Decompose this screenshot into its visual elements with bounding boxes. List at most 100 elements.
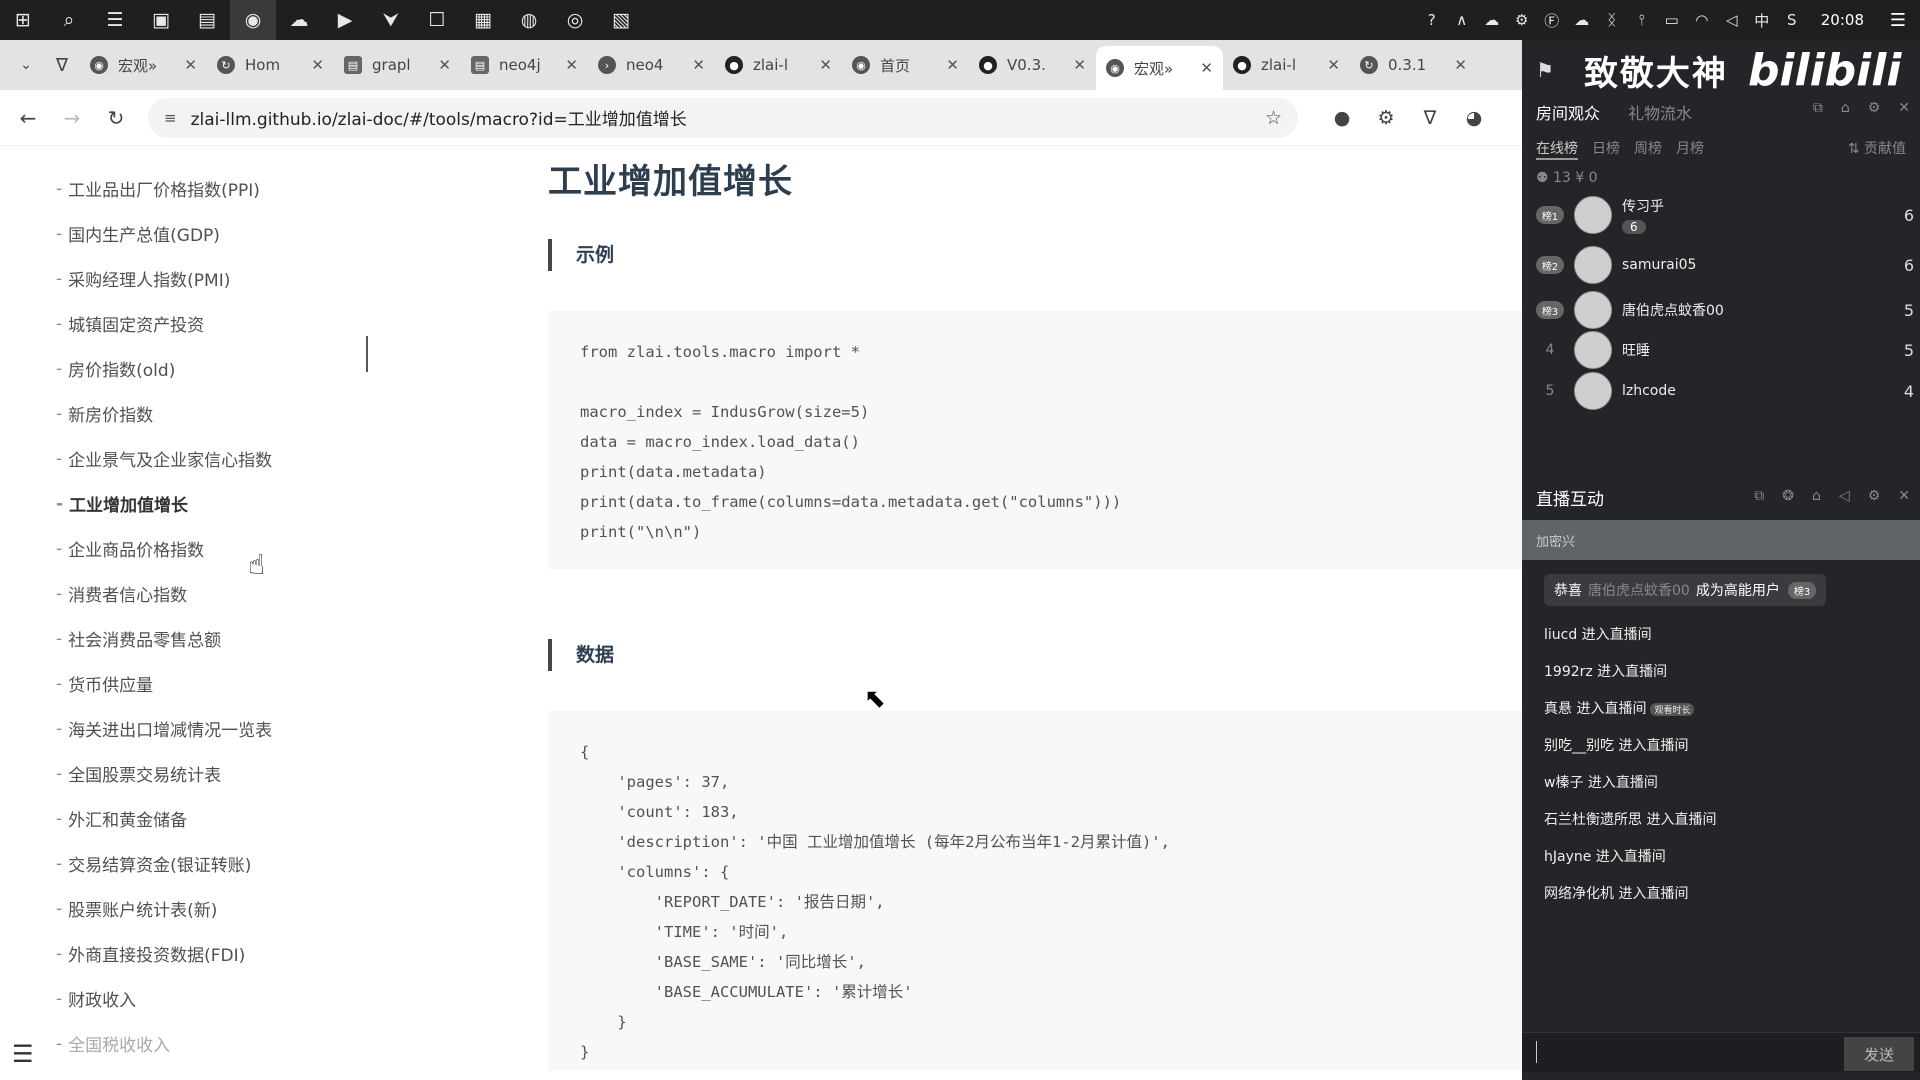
tab-monthly-rank[interactable]: 月榜 [1676, 138, 1704, 160]
url-text[interactable]: zlai-llm.github.io/zlai-doc/#/tools/macr… [191, 105, 1265, 130]
wifi-icon[interactable]: ◠ [1687, 0, 1717, 40]
browser-tab[interactable]: › neo4 ✕ [588, 46, 715, 84]
avatar[interactable] [1574, 372, 1612, 410]
browser-tab[interactable]: ● zlai-l ✕ [1223, 46, 1350, 84]
sidebar-nav-item[interactable]: - 外商直接投资数据(FDI) [0, 931, 368, 976]
tab-close-icon[interactable]: ✕ [184, 56, 197, 74]
back-button[interactable]: ← [6, 98, 50, 138]
close-icon[interactable]: ✕ [1898, 488, 1910, 504]
sidebar-nav-item[interactable]: - 外汇和黄金储备 [0, 796, 368, 841]
obs-icon[interactable]: ◉ [230, 0, 276, 40]
profile-avatar-icon[interactable]: ◕ [1452, 98, 1496, 138]
app-icon[interactable]: ⮟ [368, 0, 414, 40]
browser-tab[interactable]: ● zlai-l ✕ [715, 46, 842, 84]
lock-icon[interactable]: ⌂ [1812, 488, 1821, 504]
tray-app-icon[interactable]: S [1777, 0, 1807, 40]
tray-app-icon[interactable]: ☁ [1567, 0, 1597, 40]
tab-close-icon[interactable]: ✕ [1454, 56, 1467, 74]
sidebar-nav-item[interactable]: - 社会消费品零售总额 [0, 616, 368, 661]
tray-app-icon[interactable]: Ⓕ [1537, 0, 1567, 40]
app-icon[interactable]: ▣ [138, 0, 184, 40]
sidebar-nav-item[interactable]: - 新房价指数 [0, 391, 368, 436]
browser-tab[interactable]: ↻ 0.3.1 ✕ [1350, 46, 1477, 84]
bookmark-star-icon[interactable]: ☆ [1265, 107, 1282, 129]
app-icon[interactable]: ☐ [414, 0, 460, 40]
sidebar-nav-item[interactable]: - 全国税收收入 [0, 1021, 368, 1066]
code-block-data[interactable]: { 'pages': 37, 'count': 183, 'descriptio… [548, 711, 1523, 1071]
windows-start-icon[interactable]: ⊞ [0, 0, 46, 40]
notification-icon[interactable]: ☰ [1876, 0, 1920, 40]
volume-icon[interactable]: ◁ [1839, 488, 1850, 504]
menu-toggle-icon[interactable]: ☰ [12, 1040, 34, 1068]
address-bar[interactable]: ≡ zlai-llm.github.io/zlai-doc/#/tools/ma… [148, 97, 1298, 138]
bluetooth-icon[interactable]: ᛝ [1597, 0, 1627, 40]
app-icon[interactable]: ▦ [460, 0, 506, 40]
app-icon[interactable]: ◍ [506, 0, 552, 40]
sidebar-nav-item[interactable]: - 企业景气及企业家信心指数 [0, 436, 368, 481]
tab-close-icon[interactable]: ✕ [438, 56, 451, 74]
sidebar-nav-item[interactable]: - 采购经理人指数(PMI) [0, 256, 368, 301]
sidebar-nav-item[interactable]: - 股票账户统计表(新) [0, 886, 368, 931]
settings-gear-icon[interactable]: ⚙ [1364, 98, 1408, 138]
volume-icon[interactable]: ◁ [1717, 0, 1747, 40]
tab-close-icon[interactable]: ✕ [819, 56, 832, 74]
browser-tab[interactable]: ◉ 宏观» ✕ [80, 46, 207, 84]
code-block-example[interactable]: from zlai.tools.macro import * macro_ind… [548, 311, 1523, 569]
sidebar-nav-item[interactable]: - 工业增加值增长 [0, 481, 368, 526]
battery-icon[interactable]: ▭ [1657, 0, 1687, 40]
search-icon[interactable]: ⌕ [46, 0, 92, 40]
avatar[interactable] [1574, 291, 1612, 329]
ime-indicator[interactable]: 中 [1747, 0, 1777, 40]
chat-input[interactable]: 发送 [1522, 1032, 1920, 1072]
tab-close-icon[interactable]: ✕ [1327, 56, 1340, 74]
sidebar-nav-item[interactable]: - 消费者信心指数 [0, 571, 368, 616]
sidebar-nav-item[interactable]: - 全国股票交易统计表 [0, 751, 368, 796]
extension-icon[interactable]: ∇ [1408, 98, 1452, 138]
sidebar-nav-item[interactable]: - 城镇固定资产投资 [0, 301, 368, 346]
filter-icon[interactable]: ⧉ [1754, 488, 1764, 504]
task-view-icon[interactable]: ☰ [92, 0, 138, 40]
sidebar-nav-item[interactable]: - 交易结算资金(银证转账) [0, 841, 368, 886]
microphone-icon[interactable]: ⫯ [1627, 0, 1657, 40]
app-icon[interactable]: ▶ [322, 0, 368, 40]
tab-close-icon[interactable]: ✕ [1073, 56, 1086, 74]
browser-tab[interactable]: ▤ grapl ✕ [334, 46, 461, 84]
site-info-icon[interactable]: ≡ [164, 109, 177, 127]
wechat-icon[interactable]: ☁ [276, 0, 322, 40]
chevron-up-icon[interactable]: ∧ [1447, 0, 1477, 40]
tab-search-chevron-icon[interactable]: ⌄ [8, 45, 44, 85]
reload-button[interactable]: ↻ [94, 98, 138, 138]
send-button[interactable]: 发送 [1844, 1037, 1914, 1071]
app-icon[interactable]: ▤ [184, 0, 230, 40]
sidebar-nav-item[interactable]: - 企业商品价格指数 [0, 526, 368, 571]
viewer-row[interactable]: 榜2 samurai05 6 [1536, 240, 1914, 290]
lock-icon[interactable]: ⌂ [1841, 100, 1850, 116]
tab-gift-flow[interactable]: 礼物流水 [1628, 100, 1692, 124]
browser-tab[interactable]: ↻ Hom ✕ [207, 46, 334, 84]
viewer-row[interactable]: 榜1 传习乎 6 6 [1536, 190, 1914, 240]
browser-tab[interactable]: ▤ neo4j ✕ [461, 46, 588, 84]
sidebar-nav-item[interactable]: - 海关进出口增减情况一览表 [0, 706, 368, 751]
browser-tab[interactable]: ◉ 首页 ✕ [842, 46, 969, 84]
browser-tab[interactable]: ● V0.3. ✕ [969, 46, 1096, 84]
help-icon[interactable]: ? [1417, 0, 1447, 40]
forward-button[interactable]: → [50, 98, 94, 138]
sidebar-nav-item[interactable]: - 财政收入 [0, 976, 368, 1021]
browser-tab[interactable]: ◉ 宏观» ✕ [1096, 46, 1223, 90]
extension-icon[interactable]: ● [1320, 98, 1364, 138]
tab-room-viewers[interactable]: 房间观众 [1536, 100, 1600, 124]
tab-close-icon[interactable]: ✕ [692, 56, 705, 74]
settings-icon[interactable]: ⚙ [1868, 100, 1881, 116]
clock[interactable]: 20:08 [1807, 11, 1876, 29]
popout-icon[interactable]: ⧉ [1813, 100, 1823, 116]
sidebar-nav-item[interactable]: - 房价指数(old) [0, 346, 368, 391]
avatar[interactable] [1574, 246, 1612, 284]
avatar[interactable] [1574, 196, 1612, 234]
tab-weekly-rank[interactable]: 周榜 [1634, 138, 1662, 160]
viewer-row[interactable]: 5 lzhcode 4 [1536, 366, 1914, 416]
avatar[interactable] [1574, 331, 1612, 369]
tab-close-icon[interactable]: ✕ [311, 56, 324, 74]
tab-close-icon[interactable]: ✕ [946, 56, 959, 74]
extension-icon[interactable]: ∇ [44, 45, 80, 85]
tab-close-icon[interactable]: ✕ [565, 56, 578, 74]
